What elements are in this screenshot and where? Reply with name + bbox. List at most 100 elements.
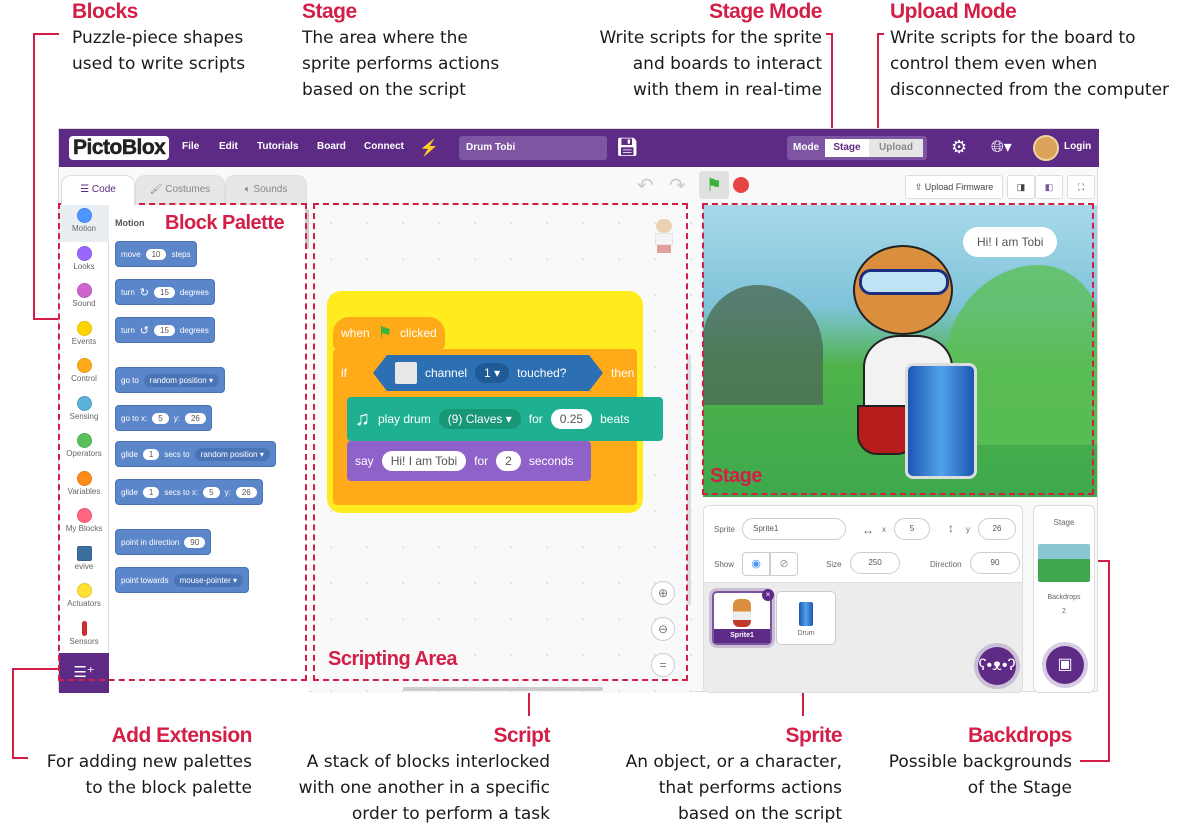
x-input[interactable]: 5 — [894, 518, 930, 540]
horizontal-scrollbar[interactable] — [403, 687, 603, 691]
callout-line — [1108, 560, 1110, 762]
scripting-area-outline — [313, 203, 688, 681]
fullscreen-button[interactable]: ⛶ — [1067, 175, 1095, 199]
annotation-backdrops-desc: Possible backgrounds of the Stage — [888, 752, 1072, 798]
annotation-sprite-title: Sprite — [785, 724, 842, 747]
menu-file[interactable]: File — [182, 141, 199, 152]
callout-line — [877, 33, 879, 133]
x-label: x — [882, 525, 886, 534]
size-label: Size — [826, 560, 842, 569]
connection-plug-icon[interactable]: ⚡ — [419, 138, 439, 158]
backdrops-count: 2 — [1062, 608, 1066, 615]
pictoblox-logo[interactable]: PictoBlox — [69, 136, 170, 160]
stage-label: Stage — [710, 465, 762, 487]
stage-mode-button[interactable]: Stage — [825, 139, 869, 157]
callout-line — [12, 668, 14, 758]
save-icon[interactable]: 💾︎ — [616, 137, 639, 158]
annotation-sprite-desc: An object, or a character, that performs… — [625, 752, 842, 824]
backdrops-label: Backdrops — [1047, 594, 1081, 601]
upload-firmware-label: Upload Firmware — [924, 182, 994, 192]
sprite-thumb-drum[interactable]: Drum — [776, 591, 836, 645]
stage-target-pane: Stage Backdrops 2 ▣ — [1033, 505, 1095, 693]
annotation-add-extension-desc: For adding new palettes to the block pal… — [46, 752, 252, 798]
mode-label: Mode — [793, 142, 820, 153]
add-backdrop-button[interactable]: ▣ — [1046, 646, 1084, 684]
mode-switch: Mode Stage Upload — [787, 136, 927, 160]
annotation-stage-desc: The area where the sprite performs actio… — [302, 28, 500, 100]
annotation-script-title: Script — [493, 724, 550, 747]
stage-outline — [702, 203, 1094, 495]
globe-icon[interactable]: 🌐︎▾ — [991, 137, 1012, 157]
tab-sounds[interactable]: 🔈︎ Sounds — [225, 175, 307, 205]
annotation-upload-mode-title: Upload Mode — [890, 0, 1017, 23]
y-input[interactable]: 26 — [978, 518, 1016, 540]
backdrop-thumbnail[interactable] — [1038, 544, 1090, 582]
sprite-list: Sprite1 × Drum ʕ•ᴥ•ʔ — [704, 582, 1022, 692]
green-flag-button[interactable]: ⚑ — [699, 171, 729, 199]
tab-code[interactable]: ☰ Code — [61, 175, 135, 205]
menu-tutorials[interactable]: Tutorials — [257, 141, 298, 152]
sprite-info-pane: Sprite Sprite1 ↔ x 5 ↕ y 26 Show ◉ ⊘ Siz… — [703, 505, 1023, 693]
sprite-name-input[interactable]: Sprite1 — [742, 518, 846, 540]
y-arrow-icon: ↕ — [948, 521, 954, 535]
code-icon: ☰ — [80, 184, 92, 195]
scripting-area-label: Scripting Area — [328, 648, 457, 670]
callout-line — [33, 33, 59, 35]
gear-icon[interactable]: ⚙ — [951, 137, 967, 158]
annotation-blocks-title: Blocks — [72, 0, 138, 23]
callout-line — [33, 33, 35, 319]
brush-icon: 🖌︎ — [149, 184, 166, 195]
image-add-icon: ▣ — [1057, 656, 1073, 673]
size-input[interactable]: 250 — [850, 552, 900, 574]
callout-line — [831, 33, 833, 133]
menu-connect[interactable]: Connect — [364, 141, 404, 152]
tab-costumes-label: Costumes — [165, 184, 211, 195]
direction-label: Direction — [930, 560, 962, 569]
tab-code-label: Code — [91, 184, 116, 195]
x-arrow-icon: ↔ — [862, 523, 874, 537]
y-label: y — [966, 525, 970, 534]
show-label: Show — [714, 560, 735, 569]
menu-bar: PictoBlox File Edit Tutorials Board Conn… — [59, 129, 1099, 167]
upload-icon: ⇪ — [914, 182, 925, 192]
stop-button[interactable] — [733, 177, 749, 193]
callout-line — [12, 757, 28, 759]
large-stage-button[interactable]: ◧ — [1035, 175, 1063, 199]
menu-edit[interactable]: Edit — [219, 141, 238, 152]
show-visible-button[interactable]: ◉ — [742, 552, 770, 576]
menu-board[interactable]: Board — [317, 141, 346, 152]
annotation-blocks-desc: Puzzle-piece shapes used to write script… — [72, 28, 246, 74]
block-palette-outline — [58, 203, 307, 681]
annotation-stage-mode-title: Stage Mode — [709, 0, 822, 23]
show-hidden-button[interactable]: ⊘ — [770, 552, 798, 576]
annotation-script-desc: A stack of blocks interlocked with one a… — [298, 752, 550, 824]
sprite1-thumbnail — [733, 599, 751, 627]
sprite-thumb-label: Sprite1 — [714, 629, 770, 643]
tab-costumes[interactable]: 🖌︎ Costumes — [135, 175, 225, 205]
drum-thumbnail — [799, 602, 813, 626]
direction-input[interactable]: 90 — [970, 552, 1020, 574]
annotation-stage-mode-desc: Write scripts for the sprite and boards … — [599, 28, 823, 100]
sprite-thumb-sprite1[interactable]: Sprite1 × — [712, 589, 774, 645]
sprite-thumb-label: Drum — [797, 630, 815, 637]
upload-mode-button[interactable]: Upload — [869, 139, 923, 157]
annotation-backdrops-title: Backdrops — [967, 724, 1073, 747]
small-stage-button[interactable]: ◨ — [1007, 175, 1035, 199]
upload-firmware-button[interactable]: ⇪ Upload Firmware — [905, 175, 1003, 199]
tab-sounds-label: Sounds — [253, 184, 288, 195]
login-button[interactable]: Login — [1064, 141, 1091, 152]
delete-sprite-icon[interactable]: × — [762, 589, 774, 601]
callout-line — [1080, 760, 1110, 762]
avatar[interactable] — [1033, 135, 1059, 161]
stage-pane-title: Stage — [1053, 518, 1075, 527]
callout-line — [12, 668, 58, 670]
sprite-name-label: Sprite — [714, 525, 735, 534]
bear-add-icon: ʕ•ᴥ•ʔ — [978, 657, 1016, 674]
block-palette-label: Block Palette — [165, 212, 285, 234]
annotation-stage-title: Stage — [302, 0, 357, 23]
annotation-add-extension-title: Add Extension — [111, 724, 252, 747]
undo-icon[interactable]: ↶ — [637, 173, 654, 198]
add-sprite-button[interactable]: ʕ•ᴥ•ʔ — [978, 647, 1016, 685]
project-title-input[interactable]: Drum Tobi — [459, 136, 607, 160]
redo-icon[interactable]: ↷ — [669, 173, 686, 198]
